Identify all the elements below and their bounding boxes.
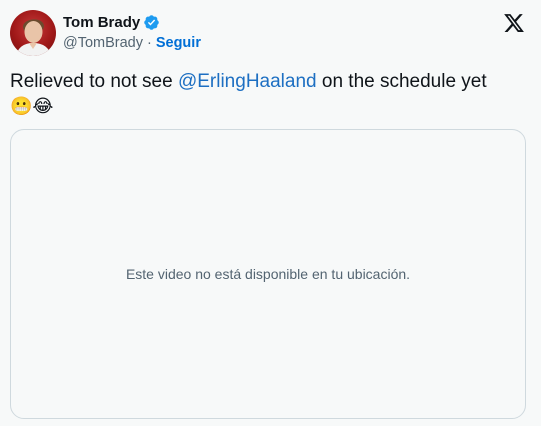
mention-link[interactable]: @ErlingHaaland bbox=[178, 71, 317, 92]
tweet-header: Tom Brady @TomBrady · Seguir bbox=[10, 10, 531, 56]
verified-badge-icon bbox=[144, 14, 159, 30]
follow-button[interactable]: Seguir bbox=[156, 35, 201, 51]
author-handle[interactable]: @TomBrady bbox=[63, 35, 143, 51]
tweet-text: Relieved to not see @ErlingHaaland on th… bbox=[10, 69, 530, 119]
author-info: Tom Brady @TomBrady · Seguir bbox=[63, 12, 201, 52]
tweet-text-after: on the schedule yet bbox=[316, 71, 487, 92]
tweet-text-before: Relieved to not see bbox=[10, 71, 178, 92]
author-name-row: Tom Brady bbox=[63, 12, 201, 32]
author-handle-row: @TomBrady · Seguir bbox=[63, 35, 201, 51]
author-display-name[interactable]: Tom Brady bbox=[63, 14, 140, 31]
video-media-container[interactable]: Este video no está disponible en tu ubic… bbox=[10, 129, 526, 419]
handle-separator: · bbox=[147, 35, 152, 51]
avatar-portrait-icon bbox=[16, 19, 51, 56]
video-unavailable-message: Este video no está disponible en tu ubic… bbox=[125, 266, 411, 282]
avatar[interactable] bbox=[10, 10, 56, 56]
x-logo-icon[interactable] bbox=[503, 12, 525, 34]
embedded-tweet-card: Tom Brady @TomBrady · Seguir Relieved to… bbox=[0, 0, 541, 426]
tweet-emojis: 😬😂 bbox=[10, 96, 54, 117]
